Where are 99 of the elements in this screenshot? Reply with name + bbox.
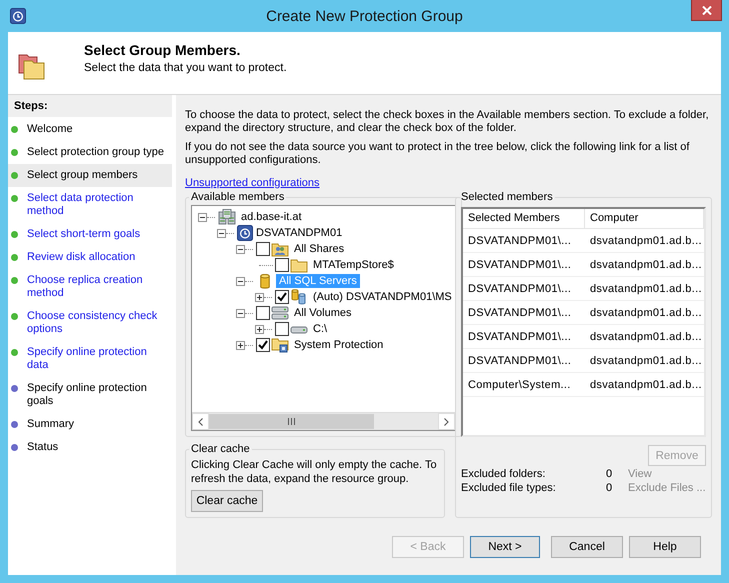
exclusion-count: 0 bbox=[606, 482, 614, 494]
instruction-text: If you do not see the data source you want to protect in the tree below, click the following link for a list of unsupported configurations. bbox=[185, 141, 690, 167]
group-title: Clear cache bbox=[190, 443, 251, 455]
database-icon bbox=[290, 289, 308, 305]
step-item[interactable]: Status bbox=[8, 436, 172, 459]
step-label: Welcome bbox=[27, 123, 73, 136]
wizard-button[interactable]: Help bbox=[629, 536, 701, 558]
table-cell-text: dsvatandpm01.ad.b... bbox=[589, 378, 703, 390]
app-icon bbox=[10, 8, 26, 24]
close-button[interactable] bbox=[691, 0, 722, 21]
window-title: Create New Protection Group bbox=[265, 8, 464, 24]
exclusion-label: Excluded file types: bbox=[461, 482, 557, 494]
tree-item[interactable]: (Auto) DSVATANDPM01\MS bbox=[310, 290, 455, 304]
checkbox[interactable] bbox=[256, 242, 270, 256]
collapse-icon[interactable] bbox=[198, 212, 207, 222]
cache-description: Clicking Clear Cache will only empty the cache. To refresh the data, expand the resource group. bbox=[191, 458, 438, 486]
step-label: Summary bbox=[27, 418, 74, 431]
step-item[interactable]: Choose consistency check options bbox=[8, 305, 172, 341]
group-title: Selected members bbox=[460, 191, 554, 203]
table-cell-text: DSVATANDPM01\... bbox=[467, 354, 572, 366]
exclusion-label: Excluded folders: bbox=[461, 468, 546, 480]
wizard-button[interactable]: Cancel bbox=[551, 536, 623, 558]
tree-item[interactable]: ad.base-it.at bbox=[238, 210, 305, 224]
tree-item[interactable]: All Volumes bbox=[291, 306, 354, 320]
table-cell-text: Computer\System... bbox=[467, 378, 572, 390]
page-title: Select Group Members. bbox=[84, 42, 242, 58]
tree-item[interactable]: All Shares bbox=[291, 242, 348, 256]
drive-icon bbox=[271, 305, 289, 321]
step-label: Review disk allocation bbox=[27, 251, 136, 264]
server-icon bbox=[218, 209, 236, 225]
instruction-text: To choose the data to protect, select the check boxes in the Available members section. To exclude a folder, expand the directory structure, and clear the check box of the folder. bbox=[185, 109, 710, 135]
column-header[interactable]: Selected Members bbox=[463, 209, 585, 228]
steps-heading: Steps: bbox=[8, 95, 172, 118]
step-label: Select data protection method bbox=[27, 192, 134, 218]
chevron-left-icon bbox=[198, 418, 203, 426]
folder-icon bbox=[271, 337, 289, 353]
table-cell-text: DSVATANDPM01\... bbox=[467, 234, 572, 246]
table-cell-text: dsvatandpm01.ad.b... bbox=[589, 234, 703, 246]
step-label: Select group members bbox=[27, 169, 138, 182]
table-cell-text: dsvatandpm01.ad.b... bbox=[589, 354, 703, 366]
step-item[interactable]: Specify online protection goals bbox=[8, 377, 172, 413]
step-label: Select short-term goals bbox=[27, 228, 140, 241]
scroll-right-button[interactable] bbox=[438, 413, 455, 430]
checkbox[interactable] bbox=[275, 258, 289, 272]
step-label: Specify online protection goals bbox=[27, 382, 148, 408]
scroll-left-button[interactable] bbox=[192, 413, 209, 430]
table-cell-text: DSVATANDPM01\... bbox=[467, 306, 572, 318]
tree-item[interactable]: MTATempStore$ bbox=[310, 258, 397, 272]
scroll-thumb[interactable] bbox=[209, 414, 374, 429]
step-item[interactable]: Summary bbox=[8, 413, 172, 436]
exclusion-count: 0 bbox=[606, 468, 614, 480]
tree-item[interactable]: System Protection bbox=[291, 338, 386, 352]
table-cell-text: dsvatandpm01.ad.b... bbox=[589, 330, 703, 342]
step-label: Choose consistency check options bbox=[27, 310, 158, 336]
horizontal-scrollbar[interactable] bbox=[192, 412, 455, 430]
table-cell-text: dsvatandpm01.ad.b... bbox=[589, 258, 703, 270]
table-cell-text: DSVATANDPM01\... bbox=[467, 258, 572, 270]
table-cell-text: DSVATANDPM01\... bbox=[467, 282, 572, 294]
table-cell-text: dsvatandpm01.ad.b... bbox=[589, 306, 703, 318]
close-icon bbox=[702, 6, 712, 14]
step-label: Select protection group type bbox=[27, 146, 164, 159]
collapse-icon[interactable] bbox=[236, 308, 245, 318]
step-item[interactable]: Select short-term goals bbox=[8, 223, 172, 246]
checkbox[interactable] bbox=[275, 322, 289, 336]
expand-icon[interactable] bbox=[255, 324, 264, 334]
page-subtitle: Select the data that you want to protect. bbox=[84, 62, 287, 74]
unsupported-link[interactable]: Unsupported configurations bbox=[185, 177, 320, 189]
checkbox[interactable] bbox=[256, 338, 270, 352]
folder-icon bbox=[18, 52, 46, 80]
step-item[interactable]: Select data protection method bbox=[8, 187, 172, 223]
collapse-icon[interactable] bbox=[236, 244, 245, 254]
checkbox[interactable] bbox=[256, 306, 270, 320]
group-title: Available members bbox=[190, 191, 286, 203]
collapse-icon[interactable] bbox=[217, 228, 226, 238]
step-item[interactable]: Select group members bbox=[8, 164, 172, 187]
chevron-right-icon bbox=[444, 418, 449, 426]
wizard-button[interactable]: Next > bbox=[470, 536, 540, 558]
table-cell-text: DSVATANDPM01\... bbox=[467, 330, 572, 342]
column-header[interactable]: Computer bbox=[585, 209, 704, 228]
checkbox[interactable] bbox=[275, 290, 289, 304]
step-item[interactable]: Welcome bbox=[8, 118, 172, 141]
step-item[interactable]: Specify online protection data bbox=[8, 341, 172, 377]
clear-cache-button[interactable]: Clear cache bbox=[191, 490, 263, 512]
expand-icon[interactable] bbox=[236, 340, 245, 350]
expand-icon[interactable] bbox=[255, 292, 264, 302]
step-item[interactable]: Choose replica creation method bbox=[8, 269, 172, 305]
table-cell-text: dsvatandpm01.ad.b... bbox=[589, 282, 703, 294]
shared-folder-icon bbox=[271, 241, 289, 257]
step-item[interactable]: Select protection group type bbox=[8, 141, 172, 164]
clock-icon bbox=[237, 225, 253, 241]
step-label: Status bbox=[27, 441, 58, 454]
step-item[interactable]: Review disk allocation bbox=[8, 246, 172, 269]
grip-icon bbox=[288, 418, 295, 425]
tree-item[interactable]: DSVATANDPM01 bbox=[253, 226, 346, 240]
collapse-icon[interactable] bbox=[236, 276, 245, 286]
tree-item[interactable]: C:\ bbox=[310, 322, 330, 336]
step-label: Specify online protection data bbox=[27, 346, 148, 372]
step-label: Choose replica creation method bbox=[27, 274, 144, 300]
database-icon bbox=[260, 274, 270, 288]
